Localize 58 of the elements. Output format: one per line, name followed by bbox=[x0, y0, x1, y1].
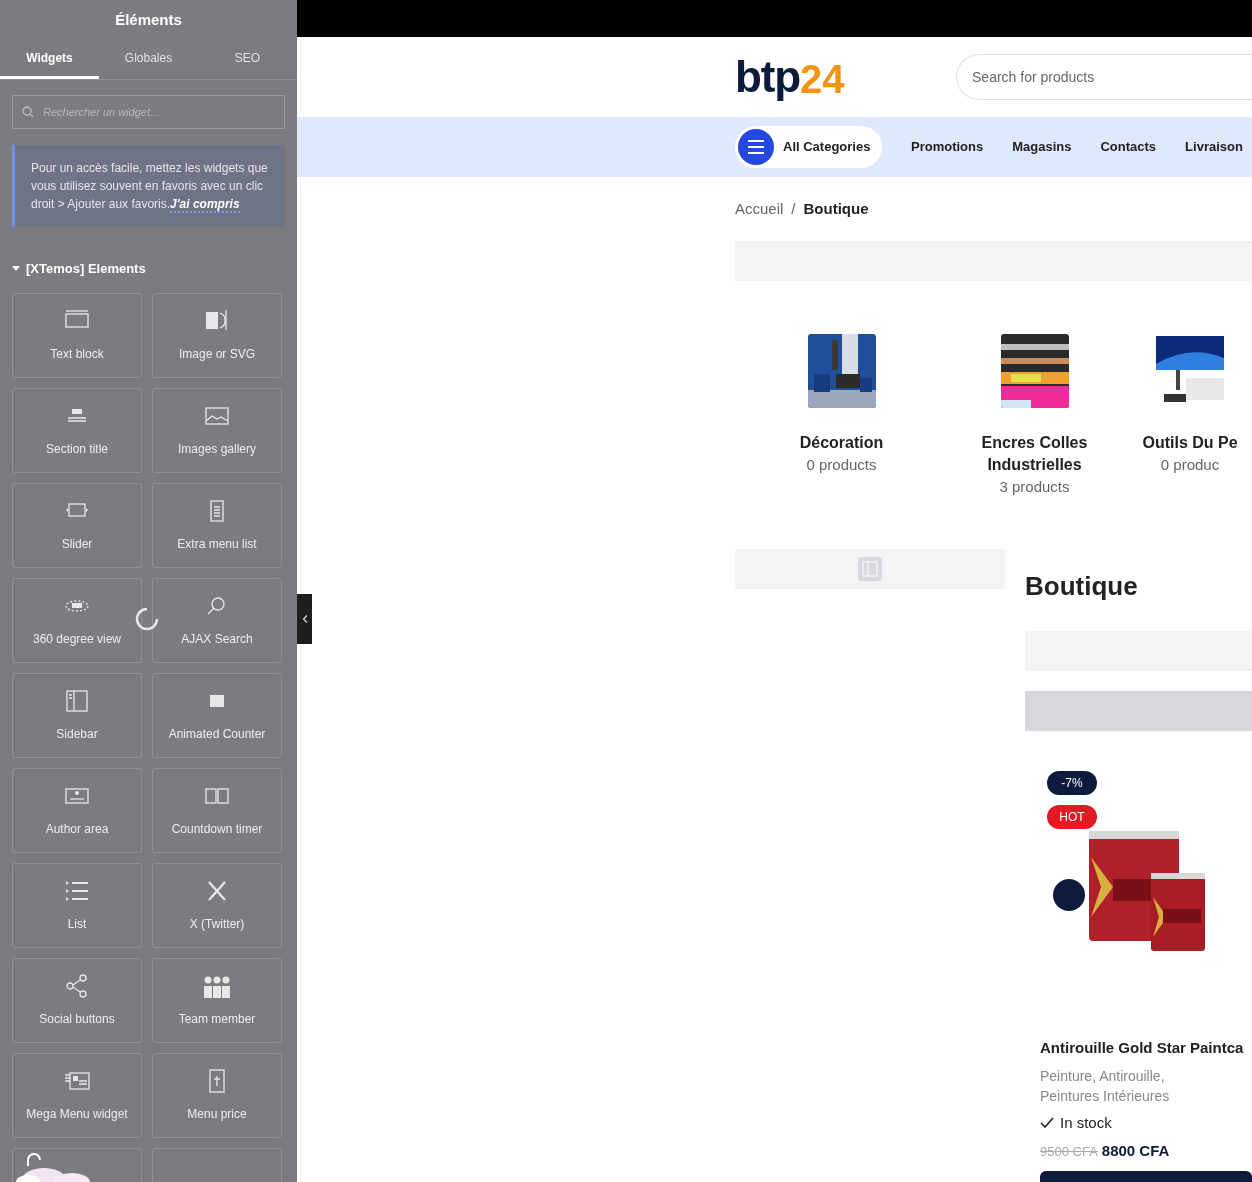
widget-card[interactable]: Slider bbox=[12, 482, 142, 568]
nav-link[interactable]: Contacts bbox=[1100, 137, 1157, 157]
category-name[interactable]: Décoration bbox=[766, 432, 917, 454]
category-label: [XTemos] Elements bbox=[26, 260, 146, 278]
stock-status: In stock bbox=[1060, 1112, 1112, 1133]
widget-card[interactable]: Sidebar bbox=[12, 672, 142, 758]
product-search-field[interactable]: Search for products bbox=[956, 54, 1252, 100]
widget-search-field[interactable]: Rechercher un widget… bbox=[12, 95, 285, 129]
panel-tab[interactable]: Widgets bbox=[0, 40, 99, 79]
all-categories-button[interactable]: All Categories bbox=[735, 126, 882, 168]
breadcrumb-current: Boutique bbox=[803, 198, 869, 219]
site-logo[interactable]: btp24 bbox=[735, 55, 957, 99]
widget-card[interactable]: Author area bbox=[12, 767, 142, 853]
sidebar-icon bbox=[63, 687, 91, 715]
breadcrumb-link[interactable]: Accueil bbox=[735, 197, 784, 221]
widget-card[interactable]: X (Twitter) bbox=[152, 862, 282, 948]
widget-card[interactable]: List bbox=[12, 862, 142, 948]
hot-badge: HOT bbox=[1047, 805, 1097, 829]
breadcrumb-separator: / bbox=[791, 198, 796, 219]
price: 8800 CFA bbox=[1101, 1141, 1170, 1161]
widget-card[interactable]: 360 degree view bbox=[12, 577, 142, 663]
widget-card[interactable]: Countdown timer bbox=[152, 767, 282, 853]
chevron-left-icon bbox=[301, 615, 308, 623]
panel-tab[interactable]: Globales bbox=[99, 40, 198, 79]
widget-card[interactable]: Images gallery bbox=[152, 387, 282, 473]
notice-text: Pour un accès facile, mettez les widgets que vous utilisez souvent en favoris avec un clic droit > Ajouter aux favoris.J'ai compris bbox=[31, 160, 269, 213]
collapse-handle[interactable] bbox=[297, 594, 312, 644]
category-header[interactable]: [XTemos] Elements bbox=[12, 259, 285, 279]
nav-link[interactable]: Livraison bbox=[1185, 137, 1243, 157]
product-title[interactable]: Antirouille Gold Star Paintca bbox=[1040, 1037, 1252, 1060]
product-count: 0 products bbox=[806, 455, 877, 475]
product-categories: Peinture, Antirouille, Peintures Intérieures bbox=[1040, 1066, 1171, 1106]
widget-card[interactable]: AJAX Search bbox=[152, 577, 282, 663]
category-name[interactable]: Outils Du Pe bbox=[1115, 432, 1252, 454]
nav-link[interactable]: Magasins bbox=[1012, 137, 1072, 157]
panel-title: Éléments bbox=[115, 9, 182, 30]
widget-card[interactable]: Animated Counter bbox=[152, 672, 282, 758]
menu-icon bbox=[738, 129, 774, 165]
product-count: 0 produc bbox=[1160, 455, 1220, 475]
widget-card[interactable]: Menu price bbox=[152, 1052, 282, 1138]
old-price: 9500 CFA bbox=[1040, 1143, 1098, 1161]
widget-card[interactable]: Text block bbox=[12, 292, 142, 378]
widget-card[interactable]: Section title bbox=[12, 387, 142, 473]
panel-tab[interactable]: SEO bbox=[198, 40, 297, 79]
page-heading: Boutique bbox=[1025, 571, 1139, 603]
got-it-link[interactable]: J'ai compris bbox=[170, 197, 240, 213]
widget-card[interactable]: Image or SVG bbox=[152, 292, 282, 378]
widget-card[interactable]: Extra menu list bbox=[152, 482, 282, 568]
loading-spinner-icon bbox=[135, 607, 159, 631]
search-icon bbox=[22, 106, 34, 118]
sidebar-icon bbox=[858, 557, 882, 581]
widget-card[interactable]: Mega Menu widget bbox=[12, 1052, 142, 1138]
category-name[interactable]: Encres Colles Industrielles bbox=[959, 432, 1110, 476]
product-count: 3 products bbox=[999, 477, 1070, 497]
discount-badge: -7% bbox=[1047, 771, 1097, 795]
widget-card[interactable]: Team member bbox=[152, 957, 282, 1043]
nav-link[interactable]: Promotions bbox=[911, 137, 984, 157]
widget-card[interactable]: Social buttons bbox=[12, 957, 142, 1043]
